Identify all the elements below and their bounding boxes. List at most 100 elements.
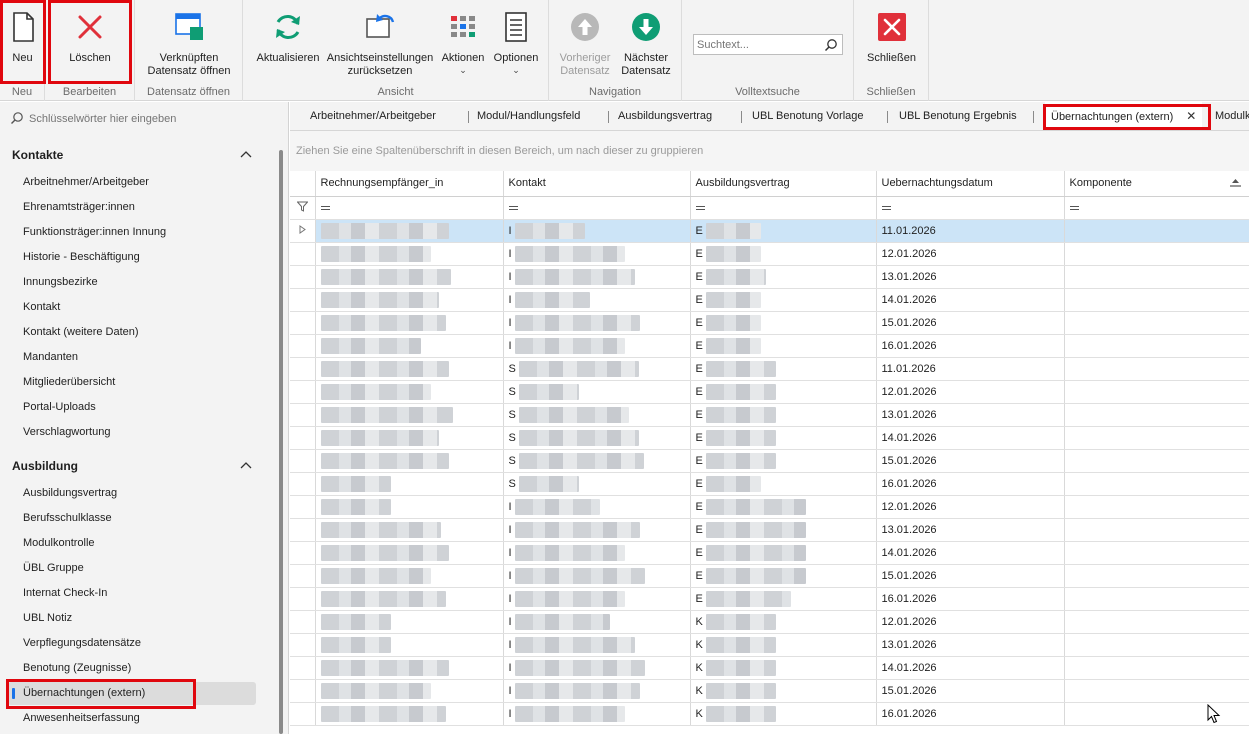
row-indicator[interactable] xyxy=(290,380,316,404)
table-row[interactable]: I E 16.01.2026 xyxy=(290,587,1249,611)
cell-komponente[interactable] xyxy=(1064,541,1249,565)
cell-kontakt[interactable]: I xyxy=(503,610,691,634)
cell-komponente[interactable] xyxy=(1064,472,1249,496)
cell-uebernachtungsdatum[interactable]: 13.01.2026 xyxy=(876,518,1065,542)
tab-ausbildungsvertrag[interactable]: Ausbildungsvertrag xyxy=(618,102,712,130)
cell-rechnungsempfaenger[interactable] xyxy=(315,679,504,703)
sidebar-scrollbar[interactable] xyxy=(279,150,283,734)
cell-ausbildungsvertrag[interactable]: E xyxy=(690,357,877,381)
section-header-ausbildung[interactable]: Ausbildung xyxy=(12,459,257,477)
row-indicator[interactable] xyxy=(290,334,316,358)
cell-ausbildungsvertrag[interactable]: E xyxy=(690,449,877,473)
fulltext-search-box[interactable] xyxy=(693,34,843,55)
row-indicator[interactable] xyxy=(290,610,316,634)
sidebar-item-benotung-zeugnisse[interactable]: Benotung (Zeugnisse) xyxy=(8,657,256,680)
cell-uebernachtungsdatum[interactable]: 11.01.2026 xyxy=(876,357,1065,381)
tab-modulk[interactable]: Modulk xyxy=(1215,102,1249,130)
sidebar-item-ausbildungsvertrag[interactable]: Ausbildungsvertrag xyxy=(8,482,256,505)
search-icon[interactable] xyxy=(824,38,838,52)
cell-kontakt[interactable]: I xyxy=(503,219,691,243)
cell-komponente[interactable] xyxy=(1064,679,1249,703)
cell-komponente[interactable] xyxy=(1064,242,1249,266)
row-indicator[interactable] xyxy=(290,472,316,496)
cell-ausbildungsvertrag[interactable]: E xyxy=(690,472,877,496)
options-button[interactable]: Optionen ⌄ xyxy=(490,6,542,82)
cell-kontakt[interactable]: S xyxy=(503,403,691,427)
cell-uebernachtungsdatum[interactable]: 14.01.2026 xyxy=(876,426,1065,450)
column-header-uebernachtungsdatum[interactable]: Uebernachtungsdatum xyxy=(876,171,1065,197)
cell-ausbildungsvertrag[interactable]: E xyxy=(690,288,877,312)
cell-rechnungsempfaenger[interactable] xyxy=(315,380,504,404)
cell-uebernachtungsdatum[interactable]: 16.01.2026 xyxy=(876,702,1065,726)
row-indicator[interactable] xyxy=(290,541,316,565)
table-row[interactable]: I K 13.01.2026 xyxy=(290,633,1249,657)
sidebar-item-berufsschulklasse[interactable]: Berufsschulklasse xyxy=(8,507,256,530)
chevron-up-icon[interactable] xyxy=(239,149,253,159)
tab-ubl-benotung-ergebnis[interactable]: UBL Benotung Ergebnis xyxy=(899,102,1017,130)
cell-kontakt[interactable]: I xyxy=(503,311,691,335)
sidebar-item-ehrenamtstrager-innen[interactable]: Ehrenamtsträger:innen xyxy=(8,196,256,219)
cell-komponente[interactable] xyxy=(1064,702,1249,726)
row-indicator[interactable] xyxy=(290,242,316,266)
sidebar-item-modulkontrolle[interactable]: Modulkontrolle xyxy=(8,532,256,555)
cell-rechnungsempfaenger[interactable] xyxy=(315,587,504,611)
sidebar-item-funktionstrager-innen-innung[interactable]: Funktionsträger:innen Innung xyxy=(8,221,256,244)
table-row[interactable]: I K 14.01.2026 xyxy=(290,656,1249,680)
sidebar-item-innungsbezirke[interactable]: Innungsbezirke xyxy=(8,271,256,294)
row-indicator[interactable] xyxy=(290,702,316,726)
sidebar-item-mandanten[interactable]: Mandanten xyxy=(8,346,256,369)
cell-ausbildungsvertrag[interactable]: E xyxy=(690,541,877,565)
cell-ausbildungsvertrag[interactable]: K xyxy=(690,702,877,726)
cell-rechnungsempfaenger[interactable] xyxy=(315,610,504,634)
row-indicator[interactable] xyxy=(290,265,316,289)
cell-kontakt[interactable]: I xyxy=(503,702,691,726)
table-row[interactable]: I E 15.01.2026 xyxy=(290,564,1249,588)
sidebar-item-anwesenheitserfassung[interactable]: Anwesenheitserfassung xyxy=(8,707,256,730)
sort-icon[interactable] xyxy=(1229,179,1241,188)
cell-kontakt[interactable]: I xyxy=(503,656,691,680)
cell-kontakt[interactable]: I xyxy=(503,564,691,588)
cell-kontakt[interactable]: I xyxy=(503,265,691,289)
cell-komponente[interactable] xyxy=(1064,403,1249,427)
cell-ausbildungsvertrag[interactable]: E xyxy=(690,242,877,266)
cell-kontakt[interactable]: I xyxy=(503,541,691,565)
table-row[interactable]: I K 16.01.2026 xyxy=(290,702,1249,726)
cell-ausbildungsvertrag[interactable]: K xyxy=(690,679,877,703)
cell-rechnungsempfaenger[interactable] xyxy=(315,288,504,312)
cell-uebernachtungsdatum[interactable]: 13.01.2026 xyxy=(876,633,1065,657)
cell-uebernachtungsdatum[interactable]: 15.01.2026 xyxy=(876,311,1065,335)
row-indicator[interactable] xyxy=(290,426,316,450)
cell-komponente[interactable] xyxy=(1064,380,1249,404)
column-header-ausbildungsvertrag[interactable]: Ausbildungsvertrag xyxy=(690,171,877,197)
table-row[interactable]: S E 13.01.2026 xyxy=(290,403,1249,427)
cell-komponente[interactable] xyxy=(1064,610,1249,634)
cell-rechnungsempfaenger[interactable] xyxy=(315,472,504,496)
table-row[interactable]: I E 12.01.2026 xyxy=(290,242,1249,266)
cell-rechnungsempfaenger[interactable] xyxy=(315,265,504,289)
cell-ausbildungsvertrag[interactable]: E xyxy=(690,403,877,427)
cell-komponente[interactable] xyxy=(1064,587,1249,611)
sidebar-item-verschlagwortung[interactable]: Verschlagwortung xyxy=(8,421,256,444)
cell-kontakt[interactable]: I xyxy=(503,633,691,657)
cell-rechnungsempfaenger[interactable] xyxy=(315,564,504,588)
sidebar-item-ubl-notiz[interactable]: UBL Notiz xyxy=(8,607,256,630)
refresh-button[interactable]: Aktualisieren xyxy=(253,6,323,82)
cell-uebernachtungsdatum[interactable]: 14.01.2026 xyxy=(876,541,1065,565)
cell-kontakt[interactable]: S xyxy=(503,472,691,496)
filter-cell-komponente[interactable] xyxy=(1064,196,1249,220)
sidebar-item-arbeitnehmer-arbeitgeber[interactable]: Arbeitnehmer/Arbeitgeber xyxy=(8,171,256,194)
table-row[interactable]: S E 11.01.2026 xyxy=(290,357,1249,381)
previous-record-button[interactable]: Vorheriger Datensatz xyxy=(555,6,615,82)
tab-ubernachtungen-extern[interactable]: Übernachtungen (extern) ✕ xyxy=(1045,102,1203,130)
cell-ausbildungsvertrag[interactable]: E xyxy=(690,564,877,588)
cell-uebernachtungsdatum[interactable]: 14.01.2026 xyxy=(876,288,1065,312)
row-indicator[interactable] xyxy=(290,633,316,657)
cell-rechnungsempfaenger[interactable] xyxy=(315,219,504,243)
column-header-komponente[interactable]: Komponente xyxy=(1064,171,1249,197)
cell-rechnungsempfaenger[interactable] xyxy=(315,311,504,335)
cell-rechnungsempfaenger[interactable] xyxy=(315,334,504,358)
tab-arbeitnehmer-arbeitgeber[interactable]: Arbeitnehmer/Arbeitgeber xyxy=(310,102,436,130)
column-header-rechnungsempfaenger[interactable]: Rechnungsempfänger_in xyxy=(315,171,504,197)
cell-uebernachtungsdatum[interactable]: 11.01.2026 xyxy=(876,219,1065,243)
new-button[interactable]: Neu xyxy=(0,6,45,82)
